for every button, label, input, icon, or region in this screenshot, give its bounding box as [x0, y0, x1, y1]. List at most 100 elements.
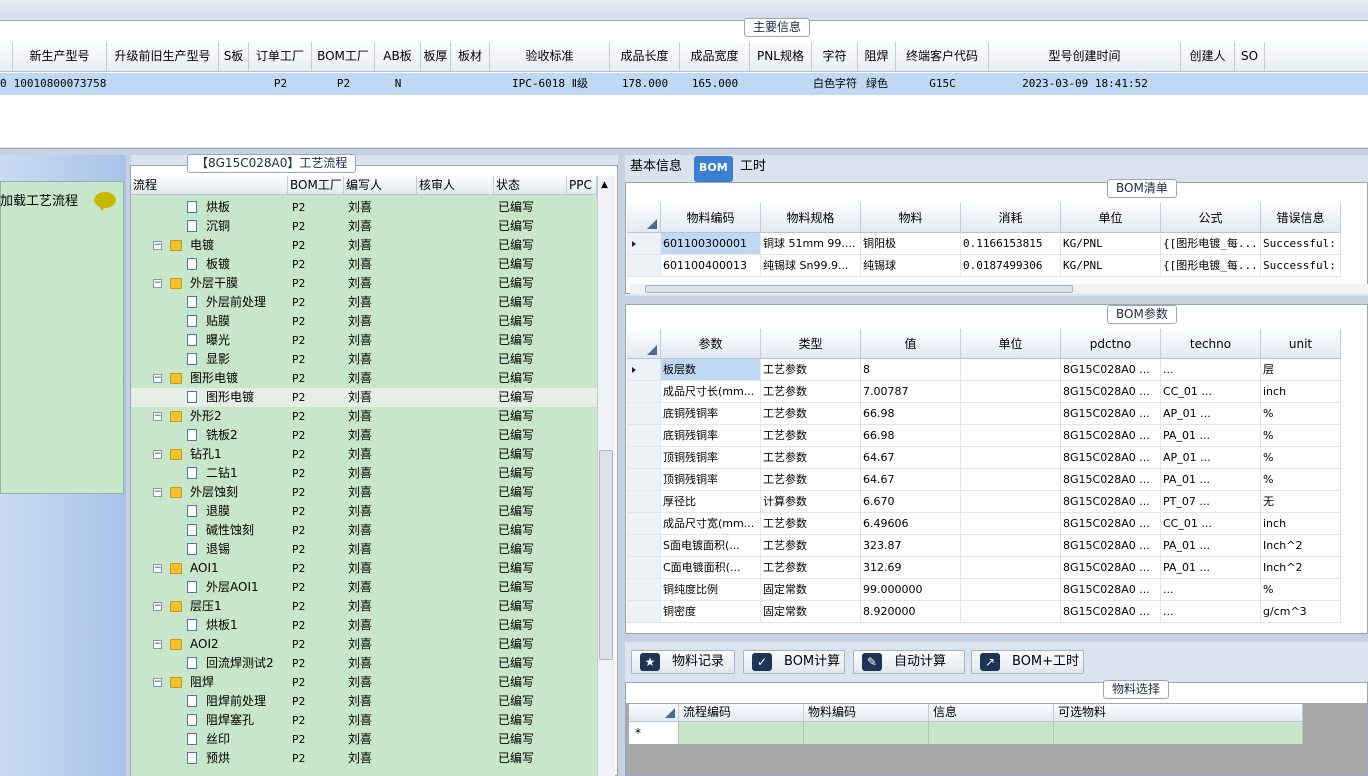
material-cell[interactable]: [804, 722, 929, 744]
material-cell[interactable]: [1054, 722, 1303, 744]
flow-scroll-thumb[interactable]: [599, 450, 613, 660]
flow-row[interactable]: − 层压1 P2 刘喜 已编写: [131, 597, 597, 616]
main-col-header[interactable]: 成品长度: [610, 42, 680, 71]
collapse-icon[interactable]: −: [153, 450, 162, 459]
params-row[interactable]: 厚径比 计算参数 6.670 8G15C028A0 ... PT_07 ... 无: [627, 491, 1341, 513]
bom-col-header[interactable]: 物料编码: [661, 203, 761, 232]
material-col-header[interactable]: 物料编码: [804, 704, 929, 721]
flow-row[interactable]: − AOI2 P2 刘喜 已编写: [131, 635, 597, 654]
main-col-header[interactable]: AB板: [375, 42, 421, 71]
flow-row[interactable]: 二钻1 P2 刘喜 已编写: [131, 464, 597, 483]
flow-row[interactable]: 烘板1 P2 刘喜 已编写: [131, 616, 597, 635]
flow-row[interactable]: 贴膜 P2 刘喜 已编写: [131, 312, 597, 331]
bom-splitter[interactable]: [625, 296, 1368, 304]
main-col-header[interactable]: S板: [219, 42, 249, 71]
bom-col-header[interactable]: 单位: [1061, 203, 1161, 232]
bom-row[interactable]: 601100300001 铜球 51mm 99.... 铜阳极 0.116615381…: [627, 233, 1341, 255]
row-header[interactable]: [627, 513, 661, 534]
flow-row[interactable]: − 图形电镀 P2 刘喜 已编写: [131, 369, 597, 388]
bom-col-header[interactable]: 物料: [861, 203, 961, 232]
material-col-header[interactable]: 流程编码: [679, 704, 804, 721]
param-splitter[interactable]: [625, 634, 1368, 642]
row-header[interactable]: [627, 579, 661, 600]
main-info-row[interactable]: 0 10010800073758 P2 P2 N IPC-6018 Ⅱ级 178.000 16…: [0, 73, 1368, 95]
bom-row[interactable]: 601100400013 纯锡球 Sn99.9... 纯锡球 0.0187499306…: [627, 255, 1341, 277]
row-header[interactable]: [627, 557, 661, 578]
material-col-header[interactable]: 信息: [929, 704, 1054, 721]
main-col-header[interactable]: 创建人: [1181, 42, 1235, 71]
flow-row[interactable]: − 电镀 P2 刘喜 已编写: [131, 236, 597, 255]
main-col-header[interactable]: PNL规格: [750, 42, 812, 71]
main-col-header[interactable]: 订单工厂: [249, 42, 312, 71]
select-all-corner[interactable]: [627, 203, 661, 232]
main-col-header[interactable]: 板材: [451, 42, 490, 71]
tab-hours[interactable]: 工时: [735, 155, 771, 181]
collapse-icon[interactable]: −: [153, 602, 162, 611]
chat-bubble-icon[interactable]: [94, 192, 116, 211]
scroll-up-icon[interactable]: ▲: [601, 180, 608, 190]
row-header[interactable]: [627, 447, 661, 468]
flow-row[interactable]: 曝光 P2 刘喜 已编写: [131, 331, 597, 350]
flow-row[interactable]: 阻焊前处理 P2 刘喜 已编写: [131, 692, 597, 711]
params-row[interactable]: 板层数 工艺参数 8 8G15C028A0 ... ... 层: [627, 359, 1341, 381]
collapse-icon[interactable]: −: [153, 412, 162, 421]
flow-row[interactable]: 碱性蚀刻 P2 刘喜 已编写: [131, 521, 597, 540]
row-header[interactable]: [627, 535, 661, 556]
flow-row[interactable]: 回流焊测试2 P2 刘喜 已编写: [131, 654, 597, 673]
bom-calc-button[interactable]: ✓ BOM计算: [743, 650, 845, 674]
flow-row[interactable]: − 外形2 P2 刘喜 已编写: [131, 407, 597, 426]
flow-row[interactable]: 预烘 P2 刘喜 已编写: [131, 749, 597, 768]
params-row[interactable]: 底铜残铜率 工艺参数 66.98 8G15C028A0 ... AP_01 ...%: [627, 403, 1341, 425]
flow-row[interactable]: 图形电镀 P2 刘喜 已编写: [131, 388, 597, 407]
bom-col-header[interactable]: 消耗: [961, 203, 1061, 232]
flow-row[interactable]: 阻焊塞孔 P2 刘喜 已编写: [131, 711, 597, 730]
flow-row[interactable]: 丝印 P2 刘喜 已编写: [131, 730, 597, 749]
params-row[interactable]: 顶铜残铜率 工艺参数 64.67 8G15C028A0 ... AP_01 ...%: [627, 447, 1341, 469]
flow-row[interactable]: − 外层蚀刻 P2 刘喜 已编写: [131, 483, 597, 502]
collapse-icon[interactable]: −: [153, 678, 162, 687]
flow-col-header[interactable]: 编写人: [344, 176, 417, 194]
main-col-header[interactable]: 验收标准: [490, 42, 610, 71]
flow-col-header[interactable]: 状态: [494, 176, 567, 194]
select-all-corner[interactable]: [627, 329, 661, 358]
flow-col-header[interactable]: 流程: [131, 176, 288, 194]
flow-row[interactable]: 外层AOI1 P2 刘喜 已编写: [131, 578, 597, 597]
vertical-splitter-right[interactable]: [618, 155, 625, 776]
params-col-header[interactable]: techno: [1161, 329, 1261, 358]
material-cell[interactable]: [679, 722, 804, 744]
params-row[interactable]: 成品尺寸长(mm... 工艺参数 7.00787 8G15C028A0 ... CC_0…: [627, 381, 1341, 403]
row-header[interactable]: [627, 255, 661, 276]
load-flow-label[interactable]: 加载工艺流程: [0, 190, 78, 209]
select-all-corner[interactable]: [629, 704, 679, 721]
material-new-row[interactable]: *: [629, 722, 1303, 744]
flow-row[interactable]: 沉铜 P2 刘喜 已编写: [131, 217, 597, 236]
tab-basic-info[interactable]: 基本信息: [625, 155, 687, 181]
collapse-icon[interactable]: −: [153, 374, 162, 383]
params-row[interactable]: 底铜残铜率 工艺参数 66.98 8G15C028A0 ... PA_01 ...%: [627, 425, 1341, 447]
params-row[interactable]: 铜密度 固定常数 8.920000 8G15C028A0 ... ... g/cm^3: [627, 601, 1341, 623]
row-header[interactable]: [627, 601, 661, 622]
auto-calc-button[interactable]: ✎ 自动计算: [853, 650, 965, 674]
row-header[interactable]: [627, 491, 661, 512]
params-row[interactable]: 铜纯度比例 固定常数 99.000000 8G15C028A0 ... ...%: [627, 579, 1341, 601]
main-col-header[interactable]: 型号创建时间: [989, 42, 1181, 71]
flow-row[interactable]: 退锡 P2 刘喜 已编写: [131, 540, 597, 559]
collapse-icon[interactable]: −: [153, 640, 162, 649]
params-row[interactable]: 成品尺寸宽(mm... 工艺参数 6.49606 8G15C028A0 ... CC_0…: [627, 513, 1341, 535]
bom-col-header[interactable]: 公式: [1161, 203, 1261, 232]
flow-row[interactable]: 板镀 P2 刘喜 已编写: [131, 255, 597, 274]
main-col-header[interactable]: 字符: [812, 42, 858, 71]
material-col-header[interactable]: 可选物料: [1054, 704, 1303, 721]
main-col-header[interactable]: 升级前旧生产型号: [107, 42, 219, 71]
tab-bom[interactable]: BOM: [694, 156, 733, 182]
main-col-header[interactable]: 板厚: [421, 42, 451, 71]
main-col-header[interactable]: 阻焊: [858, 42, 896, 71]
flow-col-header[interactable]: 核审人: [417, 176, 494, 194]
material-record-button[interactable]: ★ 物料记录: [631, 650, 735, 674]
row-header[interactable]: [627, 425, 661, 446]
row-header[interactable]: [627, 359, 661, 380]
main-col-header[interactable]: SO: [1235, 42, 1265, 71]
params-col-header[interactable]: 参数: [661, 329, 761, 358]
flow-row[interactable]: 显影 P2 刘喜 已编写: [131, 350, 597, 369]
collapse-icon[interactable]: −: [153, 564, 162, 573]
